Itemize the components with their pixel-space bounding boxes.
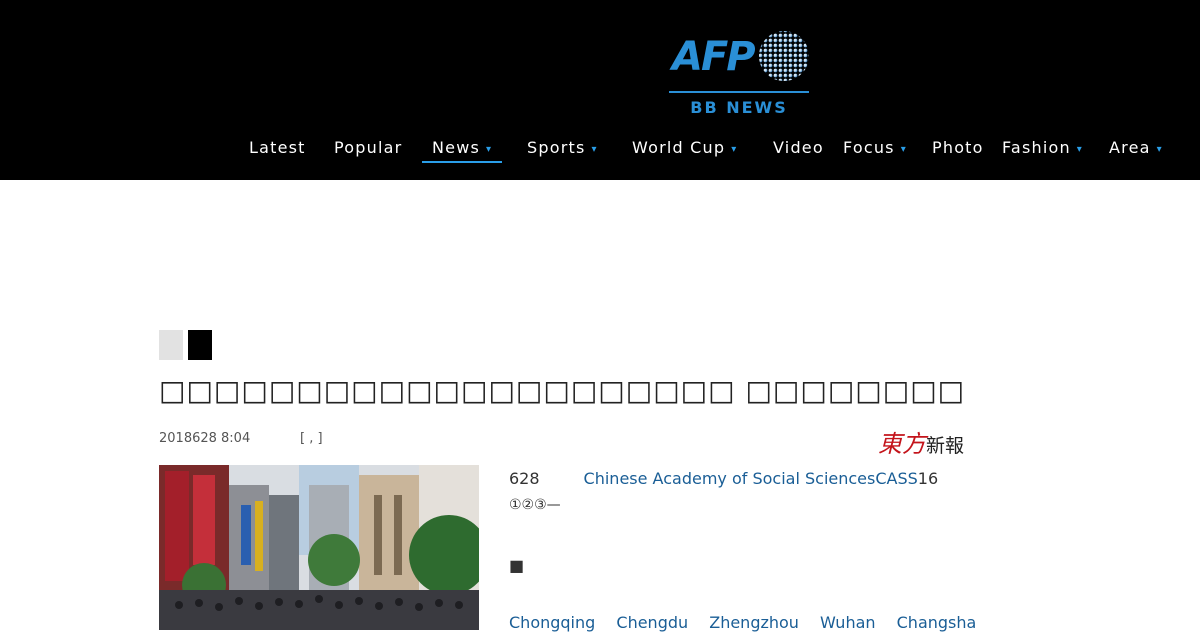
afp-logo-mark: AFP [669, 31, 809, 81]
nav-label: Fashion [1002, 138, 1071, 157]
article-markers: ①②③— [509, 497, 561, 513]
cass-link[interactable]: Chinese Academy of Social SciencesCASS [584, 469, 918, 488]
paragraph-text: 16 [917, 469, 939, 488]
logo-divider [669, 91, 809, 93]
article-photo [159, 465, 479, 630]
afp-logo-text: AFP [669, 34, 755, 80]
nav-focus[interactable]: Focus ▾ [843, 138, 907, 157]
nav-label: News [432, 138, 481, 157]
city-link[interactable]: Zhengzhou [709, 613, 799, 632]
article-date: 2018628 8:04 [159, 431, 251, 446]
chevron-down-icon: ▾ [1156, 144, 1163, 155]
city-link[interactable]: Changsha [897, 613, 977, 632]
article-paragraph: 628 Chinese Academy of Social SciencesCAS… [509, 469, 938, 488]
nav-photo[interactable]: Photo [932, 138, 984, 157]
article-meta-bracket: [ , ] [300, 431, 323, 446]
source-logo-small: 新報 [926, 435, 965, 457]
nav-sports[interactable]: Sports ▾ [527, 138, 598, 157]
nav-fashion[interactable]: Fashion ▾ [1002, 138, 1083, 157]
city-links: Chongqing Chengdu Zhengzhou Wuhan Changs… [509, 613, 992, 632]
chevron-down-icon: ▾ [900, 144, 907, 155]
city-link[interactable]: Wuhan [820, 613, 875, 632]
nav-label: Focus [843, 138, 895, 157]
nav-video[interactable]: Video [773, 138, 824, 157]
dark-mode-button[interactable] [188, 330, 212, 360]
nav-world-cup[interactable]: World Cup ▾ [632, 138, 737, 157]
nav-label: Video [773, 138, 824, 157]
nav-popular[interactable]: Popular [334, 138, 402, 157]
nav-latest[interactable]: Latest [249, 138, 306, 157]
nav-label: Photo [932, 138, 984, 157]
chevron-down-icon: ▾ [1076, 144, 1084, 155]
site-header: AFP BB NEWS Latest Popular News ▾ Sports ▾… [0, 0, 1200, 180]
nav-area[interactable]: Area ▾ [1109, 138, 1163, 157]
city-link[interactable]: Chongqing [509, 613, 595, 632]
city-link[interactable]: Chengdu [616, 613, 688, 632]
afp-logo[interactable]: AFP BB NEWS [668, 28, 810, 120]
nav-label: Popular [334, 138, 403, 157]
source-logo[interactable]: 東方新報 [878, 424, 964, 459]
nav-news[interactable]: News ▾ [421, 138, 503, 163]
light-mode-button[interactable] [159, 330, 183, 360]
nav-label: Area [1109, 138, 1151, 157]
chevron-down-icon: ▾ [731, 144, 738, 155]
logo-subtitle: BB NEWS [690, 98, 788, 117]
paragraph-text: 628 [509, 469, 540, 488]
chevron-down-icon: ▾ [591, 144, 598, 155]
article-title: □□□□□□□□□□□□□□□□□□□□□ □□□□□□□□ [159, 374, 966, 407]
nav-label: Latest [249, 138, 306, 157]
nav-label: World Cup [632, 138, 726, 157]
chevron-down-icon: ▾ [486, 144, 493, 155]
section-square: ■ [509, 556, 525, 575]
nav-label: Sports [527, 138, 586, 157]
source-logo-main: 東方 [878, 430, 926, 458]
